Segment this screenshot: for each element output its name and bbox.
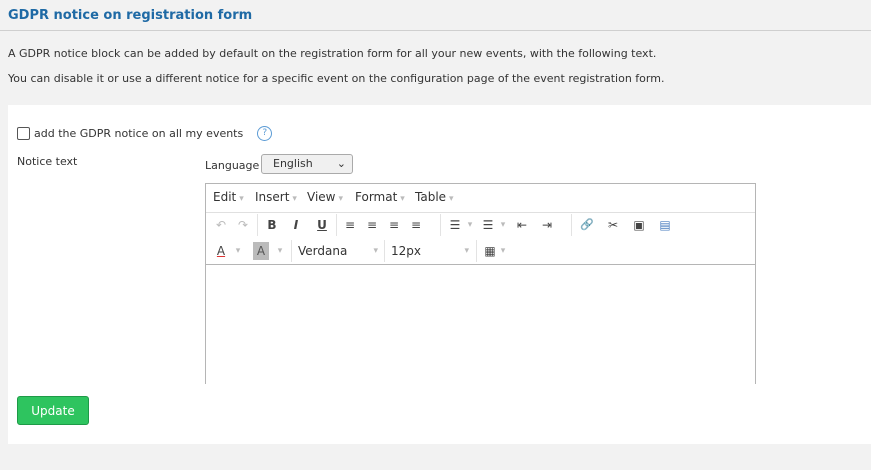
toolbar-separator bbox=[336, 214, 337, 236]
bullet-list-dropdown-icon[interactable]: ▾ bbox=[465, 216, 475, 234]
menu-table[interactable]: Table ▾ bbox=[415, 190, 454, 204]
rich-text-editor: Edit ▾ Insert ▾ View ▾ Format ▾ Table ▾ ↶ ↷ B… bbox=[205, 183, 756, 384]
gdpr-checkbox-row: add the GDPR notice on all my events ? bbox=[17, 126, 273, 141]
language-select-value: English bbox=[273, 157, 313, 170]
redo-icon[interactable]: ↷ bbox=[235, 216, 251, 234]
toolbar-separator bbox=[384, 240, 385, 262]
editor-toolbar-row-2: A ▾ A ▾ Verdana ▾ 12px ▾ ▦ ▾ bbox=[206, 238, 755, 264]
chevron-down-icon: ⌄ bbox=[336, 157, 346, 170]
background-color-icon[interactable]: A bbox=[253, 242, 269, 260]
image-icon[interactable]: ▣ bbox=[631, 216, 647, 234]
toolbar-separator bbox=[571, 214, 572, 236]
undo-icon[interactable]: ↶ bbox=[213, 216, 229, 234]
bold-button[interactable]: B bbox=[264, 216, 280, 234]
numbered-list-dropdown-icon[interactable]: ▾ bbox=[498, 216, 508, 234]
toolbar-separator bbox=[476, 240, 477, 262]
table-dropdown-icon[interactable]: ▾ bbox=[498, 242, 508, 260]
settings-panel: add the GDPR notice on all my events ? N… bbox=[8, 105, 871, 444]
align-left-icon[interactable]: ≡ bbox=[342, 216, 358, 234]
text-color-icon[interactable]: A bbox=[213, 242, 229, 260]
editor-content-area[interactable] bbox=[206, 264, 755, 384]
toolbar-separator bbox=[291, 240, 292, 262]
menu-format[interactable]: Format ▾ bbox=[355, 190, 405, 204]
unlink-icon[interactable]: ✂ bbox=[605, 216, 621, 234]
editor-toolbar-row-1: ↶ ↷ B I U ≡ ≡ ≡ ≡ ☰ ▾ ☰ ▾ ⇤ ⇥ 🔗 ✂ ▣ ▤ bbox=[206, 212, 755, 238]
language-select[interactable]: English ⌄ bbox=[261, 154, 353, 174]
menu-insert[interactable]: Insert ▾ bbox=[255, 190, 297, 204]
gdpr-checkbox[interactable] bbox=[17, 127, 30, 140]
toolbar-separator bbox=[440, 214, 441, 236]
menu-edit[interactable]: Edit ▾ bbox=[213, 190, 244, 204]
menu-view[interactable]: View ▾ bbox=[307, 190, 343, 204]
language-label: Language bbox=[205, 159, 260, 172]
background-color-dropdown-icon[interactable]: ▾ bbox=[275, 242, 285, 260]
intro-text-2: You can disable it or use a different no… bbox=[8, 72, 665, 85]
font-family-select[interactable]: Verdana ▾ bbox=[298, 241, 378, 261]
indent-icon[interactable]: ⇥ bbox=[539, 216, 555, 234]
intro-text-1: A GDPR notice block can be added by defa… bbox=[8, 47, 657, 60]
outdent-icon[interactable]: ⇤ bbox=[514, 216, 530, 234]
align-right-icon[interactable]: ≡ bbox=[386, 216, 402, 234]
gdpr-checkbox-label[interactable]: add the GDPR notice on all my events bbox=[34, 127, 243, 140]
font-size-select[interactable]: 12px ▾ bbox=[391, 241, 469, 261]
text-color-dropdown-icon[interactable]: ▾ bbox=[233, 242, 243, 260]
numbered-list-icon[interactable]: ☰ bbox=[480, 216, 496, 234]
editor-menubar: Edit ▾ Insert ▾ View ▾ Format ▾ Table ▾ bbox=[206, 184, 755, 213]
bullet-list-icon[interactable]: ☰ bbox=[447, 216, 463, 234]
notice-text-label: Notice text bbox=[17, 155, 78, 168]
media-icon[interactable]: ▤ bbox=[657, 216, 673, 234]
title-divider bbox=[0, 30, 871, 31]
update-button[interactable]: Update bbox=[17, 396, 89, 425]
justify-icon[interactable]: ≡ bbox=[408, 216, 424, 234]
toolbar-separator bbox=[257, 214, 258, 236]
underline-button[interactable]: U bbox=[314, 216, 330, 234]
table-icon[interactable]: ▦ bbox=[482, 242, 498, 260]
help-icon[interactable]: ? bbox=[257, 126, 273, 141]
section-title: GDPR notice on registration form bbox=[8, 8, 253, 23]
align-center-icon[interactable]: ≡ bbox=[364, 216, 380, 234]
link-icon[interactable]: 🔗 bbox=[579, 216, 595, 234]
italic-button[interactable]: I bbox=[288, 216, 304, 234]
